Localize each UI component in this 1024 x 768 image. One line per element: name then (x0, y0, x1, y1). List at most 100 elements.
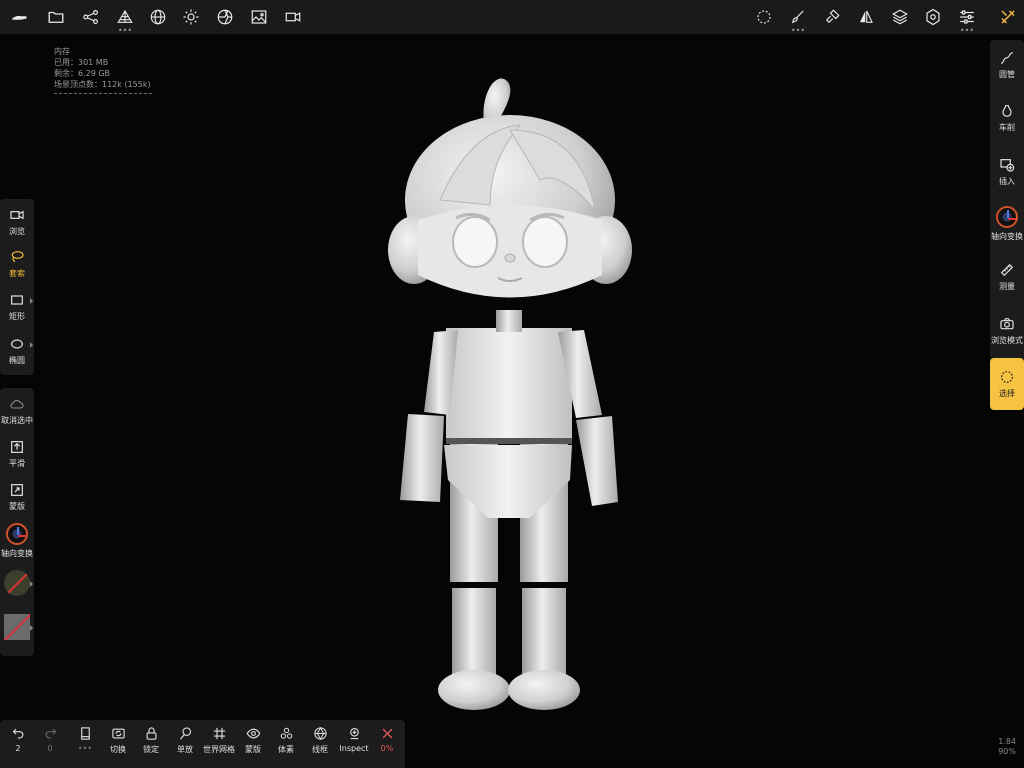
tool-browse[interactable]: 浏览 (0, 207, 34, 237)
tool-rectangle-label: 矩形 (9, 312, 25, 321)
rectangle-icon (11, 295, 23, 305)
voxel-button[interactable]: 体素 (268, 726, 304, 755)
tool-axis-transform-right[interactable]: 轴向变换 (990, 206, 1024, 242)
gizmo-icon (6, 523, 28, 545)
more-dots-icon: ••• (117, 26, 133, 35)
matcap-swatch[interactable] (4, 614, 30, 640)
mask-visibility-label: 蒙版 (245, 745, 261, 754)
close-icon (382, 728, 392, 739)
lasso-icon (11, 251, 24, 263)
expand-arrow-icon (30, 298, 33, 304)
logo-icon[interactable] (8, 6, 30, 28)
symmetry-icon[interactable] (855, 6, 877, 28)
redo-button[interactable]: 0 (32, 726, 68, 753)
tool-select-label: 选择 (999, 389, 1015, 398)
isolate-icon (179, 727, 191, 740)
brush-icon[interactable]: ••• (787, 6, 809, 35)
corner-stats: 1.84 90% (998, 737, 1016, 757)
book-icon (80, 727, 90, 740)
undo-count: 2 (15, 744, 21, 753)
tool-lathe[interactable]: 车削 (990, 103, 1024, 133)
voxel-label: 体素 (278, 745, 294, 754)
voxel-icon (280, 727, 292, 739)
tool-smooth-label: 平滑 (9, 459, 25, 468)
image-icon[interactable] (248, 6, 270, 28)
smooth-icon (11, 441, 23, 453)
expand-arrow-icon (30, 625, 33, 631)
tool-smooth[interactable]: 平滑 (0, 439, 34, 469)
scene-graph-icon[interactable] (80, 6, 102, 28)
wireframe-button[interactable]: 线框 (302, 726, 338, 755)
close-button[interactable]: 0% (369, 726, 405, 753)
tool-axis-transform-right-label: 轴向变换 (991, 232, 1023, 241)
tool-measure-label: 测量 (999, 282, 1015, 291)
light-sun-icon[interactable] (180, 6, 202, 28)
material-sphere-icon[interactable] (147, 6, 169, 28)
folder-icon[interactable] (45, 6, 67, 28)
lathe-icon (1002, 105, 1012, 117)
settings-gear-icon[interactable] (922, 6, 944, 28)
undo-button[interactable]: 2 (0, 726, 36, 753)
scene-vertices: 场景顶点数：112k (155k) (54, 80, 151, 89)
memory-used: 已用：301 MB (54, 58, 109, 67)
close-percent: 0% (380, 744, 394, 753)
toggle-button[interactable]: 切换 (100, 726, 136, 755)
eye-icon (246, 728, 260, 739)
tool-ellipse[interactable]: 椭圆 (0, 336, 34, 366)
tool-tube-label: 圆管 (999, 70, 1015, 79)
memory-title: 内存 (54, 47, 70, 56)
gizmo-icon (996, 206, 1018, 228)
inspect-label: Inspect (339, 744, 369, 753)
info-divider (54, 93, 152, 94)
tool-mask[interactable]: 蒙版 (0, 482, 34, 512)
sliders-icon[interactable]: ••• (956, 6, 978, 35)
wireframe-label: 线框 (312, 745, 328, 754)
viewport-3d-model[interactable] (380, 70, 640, 720)
selection-dotted-circle-icon[interactable] (753, 6, 775, 28)
redo-icon (45, 728, 56, 739)
tool-measure[interactable]: 测量 (990, 262, 1024, 292)
tool-axis-transform[interactable]: 轴向变换 (0, 523, 34, 559)
expand-arrow-icon (30, 342, 33, 348)
left-action-panel: 取消选中 平滑 蒙版 轴向变换 (0, 388, 34, 656)
inspect-button[interactable]: Inspect (336, 726, 372, 753)
camera-icon[interactable] (282, 6, 304, 28)
tool-lasso-label: 套索 (9, 269, 25, 278)
lock-label: 锁定 (143, 745, 159, 754)
more-dots-icon: ••• (790, 26, 806, 35)
topology-icon[interactable]: ••• (114, 6, 136, 35)
mask-visibility-button[interactable]: 蒙版 (235, 726, 271, 755)
tool-insert[interactable]: 插入 (990, 157, 1024, 187)
more-dots-icon: ••• (959, 26, 975, 35)
paint-icon[interactable] (821, 6, 843, 28)
tool-deselect[interactable]: 取消选中 (0, 396, 34, 426)
lock-button[interactable]: 锁定 (133, 726, 169, 755)
tool-tube[interactable]: 圆管 (990, 50, 1024, 80)
inspect-icon (349, 727, 359, 740)
memory-info: 内存 已用：301 MB 剩余：6.29 GB 场景顶点数：112k (155k… (54, 46, 152, 94)
right-tool-panel: 圆管 车削 插入 轴向变换 测量 浏览模式 选择 (990, 40, 1024, 410)
tool-rectangle[interactable]: 矩形 (0, 292, 34, 322)
world-grid-label: 世界网格 (203, 745, 235, 754)
layers-icon[interactable] (889, 6, 911, 28)
isolate-button[interactable]: 单放 (167, 726, 203, 755)
tools-icon[interactable] (997, 6, 1019, 28)
world-grid-button[interactable]: 世界网格 (201, 726, 237, 755)
grid-icon (213, 727, 225, 740)
memory-remaining: 剩余：6.29 GB (54, 69, 111, 78)
tool-ellipse-label: 椭圆 (9, 356, 25, 365)
tool-view-mode[interactable]: 浏览模式 (990, 316, 1024, 346)
top-toolbar: ••• ••• ••• (0, 0, 1024, 35)
left-tool-panel: 浏览 套索 矩形 椭圆 (0, 199, 34, 375)
tool-insert-label: 插入 (999, 177, 1015, 186)
history-button[interactable]: ••• (67, 726, 103, 753)
shading-icon[interactable] (214, 6, 236, 28)
select-icon (1001, 371, 1013, 383)
ellipse-icon (11, 339, 23, 349)
tool-select[interactable]: 选择 (990, 358, 1024, 410)
tool-mask-label: 蒙版 (9, 502, 25, 511)
cloud-icon (10, 400, 24, 409)
undo-icon (12, 728, 23, 739)
material-color-swatch[interactable] (4, 570, 30, 596)
tool-lasso[interactable]: 套索 (0, 249, 34, 279)
